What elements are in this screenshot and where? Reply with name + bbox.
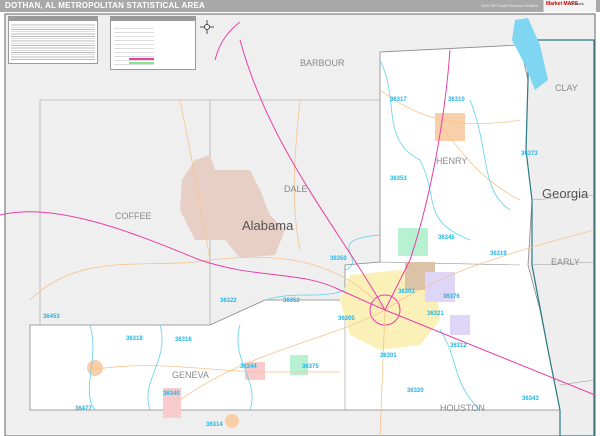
map-title: DOTHAN, AL METROPOLITAN STATISTICAL AREA [5,1,205,10]
county-label: COFFEE [115,211,152,221]
zip-label: 36322 [220,298,237,304]
zip-label: 36321 [427,311,444,317]
publisher-logo: Market MAPS Outlook [543,0,596,12]
state-label: Georgia [542,186,589,201]
map-canvas[interactable]: Alabama Georgia BARBOUR CLAY HENRY DALE … [0,12,600,436]
zip-label: 36312 [450,343,467,349]
zip-label: 36320 [407,388,424,394]
zip-label: 36352 [283,298,300,304]
map-legend [110,16,196,70]
county-label: HENRY [436,156,467,166]
zip-label: 36317 [390,97,407,103]
zip-label: 36373 [521,151,538,157]
zip-label: 36318 [126,336,143,342]
county-label: DALE [284,184,308,194]
zip-label: 36316 [175,337,192,343]
state-label: Alabama [242,218,294,233]
county-label: CLAY [555,83,578,93]
title-bar: DOTHAN, AL METROPOLITAN STATISTICAL AREA… [0,0,600,12]
zip-label: 36477 [75,406,92,412]
zip-label: 36301 [380,353,397,359]
zip-label: 36340 [163,391,180,397]
zip-label: 36353 [390,176,407,182]
zip-label: 36376 [443,294,460,300]
zip-label: 36314 [206,422,223,428]
zip-label: 36319 [490,251,507,257]
zip-label: 36453 [43,314,60,320]
zip-label: 36310 [448,97,465,103]
logo-subtext: Outlook [570,1,584,6]
county-label: BARBOUR [300,58,345,68]
zip-label: 36305 [338,316,355,322]
zip-code-index-table [8,16,98,64]
zip-label: 36350 [330,256,347,262]
edition-label: 2020 ZIP Code Premium Edition [480,3,538,8]
county-label: GENEVA [172,370,209,380]
zip-label: 36375 [302,364,319,370]
zip-label: 36303 [398,289,415,295]
zip-label: 36344 [240,364,257,370]
zip-label: 36345 [438,235,455,241]
county-label: HOUSTON [440,403,485,413]
zip-label: 36343 [522,396,539,402]
county-label: EARLY [551,257,580,267]
